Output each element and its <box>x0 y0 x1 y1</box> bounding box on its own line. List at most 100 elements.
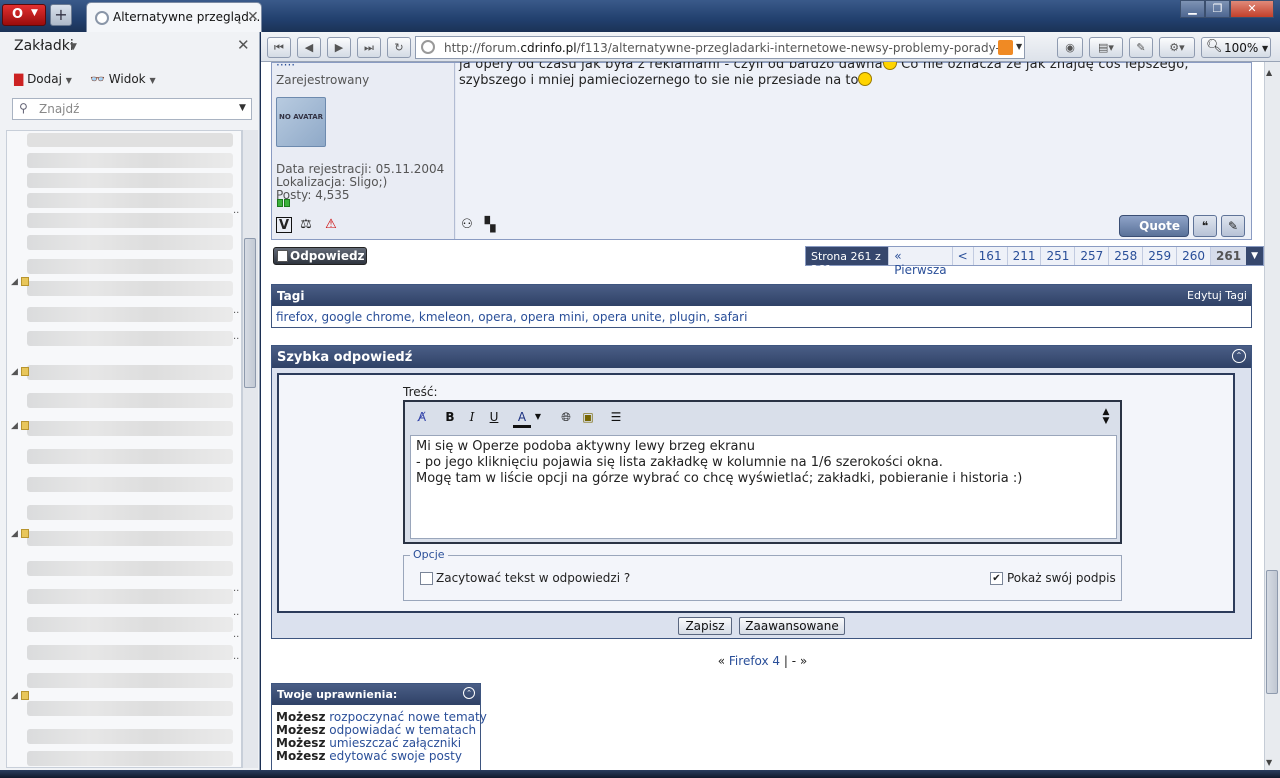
list-item[interactable] <box>27 729 233 744</box>
image-toggle-button[interactable]: ▤▾ <box>1089 37 1123 58</box>
chevron-down-icon[interactable]: ▼ <box>533 408 543 426</box>
save-button[interactable]: Zapisz <box>678 617 732 635</box>
maximize-button[interactable]: ❐ <box>1205 0 1230 18</box>
list-item[interactable] <box>27 531 233 546</box>
add-bookmark-button[interactable]: ▇ Dodaj ▼ <box>14 72 72 86</box>
folder-icon[interactable]: ◢ <box>11 691 29 701</box>
chevron-down-icon[interactable]: ▼ <box>1016 42 1022 51</box>
tags-list[interactable]: firefox, google chrome, kmeleon, opera, … <box>276 310 747 324</box>
page-scroll-thumb[interactable] <box>1266 570 1278 694</box>
next-thread-link[interactable]: - <box>792 654 796 668</box>
quote-checkbox[interactable] <box>420 572 433 585</box>
list-item[interactable] <box>27 589 233 604</box>
quote-icon[interactable]: ☰ <box>607 408 625 426</box>
list-item[interactable] <box>27 153 233 168</box>
message-textarea[interactable]: Mi się w Operze podoba aktywny lewy brze… <box>410 435 1117 539</box>
page-link[interactable]: 260 <box>1176 247 1210 265</box>
insert-link-icon[interactable]: 🌐︎ <box>557 408 575 426</box>
list-item[interactable] <box>27 133 233 147</box>
find-input[interactable]: ⚲ Znajdź ▼ <box>12 98 252 120</box>
font-color-icon[interactable]: A <box>513 408 531 428</box>
insert-image-icon[interactable]: ▣ <box>579 408 597 426</box>
minimize-button[interactable]: ▁ <box>1180 0 1205 18</box>
page-link[interactable]: 259 <box>1142 247 1176 265</box>
scroll-down-icon[interactable]: ▼ <box>1266 758 1272 767</box>
list-item[interactable] <box>27 449 233 464</box>
page-link[interactable]: « Pierwsza <box>888 247 951 277</box>
edit-site-prefs-button[interactable]: ✎ <box>1129 37 1153 58</box>
remove-format-icon[interactable]: A̸ <box>413 408 431 426</box>
chevron-down-icon[interactable]: ▼ <box>1246 247 1263 265</box>
new-tab-button[interactable]: + <box>50 4 72 26</box>
list-item[interactable] <box>27 505 233 520</box>
page-link[interactable]: 161 <box>972 247 1007 265</box>
quote-button[interactable]: Quote <box>1119 215 1189 237</box>
list-item[interactable] <box>27 617 233 632</box>
italic-icon[interactable]: I <box>463 408 481 426</box>
advanced-button[interactable]: Zaawansowane <box>739 617 845 635</box>
list-item[interactable] <box>27 213 233 228</box>
folder-icon[interactable]: ◢ <box>11 529 29 539</box>
list-item[interactable] <box>27 751 233 766</box>
folder-icon[interactable]: ◢ <box>11 277 29 287</box>
panel-title[interactable]: Zakładki <box>14 38 74 54</box>
reply-button[interactable]: Odpowiedz <box>273 247 367 265</box>
settings-button[interactable]: ⚙▾ <box>1159 37 1195 58</box>
bold-icon[interactable]: B <box>441 408 459 426</box>
resize-icon[interactable]: ▲ ▼ <box>1097 408 1115 426</box>
close-panel-icon[interactable]: ✕ <box>237 36 250 54</box>
back-button[interactable]: ◀ <box>297 37 321 58</box>
report-warning-icon[interactable]: ⚠ <box>323 217 339 233</box>
bookmark-scroll-thumb[interactable] <box>244 238 256 388</box>
opera-link-button[interactable]: ◉ <box>1057 37 1083 58</box>
list-item[interactable] <box>27 365 233 380</box>
edit-tags-link[interactable]: Edytuj Tagi <box>1187 289 1247 302</box>
tab-active[interactable]: Alternatywne przegląd... ✕ <box>86 2 262 32</box>
verified-icon[interactable]: V <box>276 217 292 233</box>
list-item[interactable] <box>27 173 233 188</box>
chevron-down-icon[interactable]: ▼ <box>239 103 246 113</box>
next-thread-arrow[interactable]: » <box>800 654 807 668</box>
list-item[interactable] <box>27 421 233 436</box>
reload-button[interactable]: ↻ <box>387 37 411 58</box>
edit-post-button[interactable]: ✎ <box>1221 215 1245 237</box>
list-item[interactable] <box>27 259 233 274</box>
close-tab-icon[interactable]: ✕ <box>247 9 259 25</box>
forward-button[interactable]: ▶ <box>327 37 351 58</box>
rss-icon[interactable] <box>998 40 1013 55</box>
prev-thread-arrow[interactable]: « <box>718 654 725 668</box>
collapse-icon[interactable]: ⌃ <box>463 687 475 699</box>
list-item[interactable] <box>27 235 233 250</box>
list-item[interactable] <box>27 701 233 716</box>
list-item[interactable] <box>27 477 233 492</box>
multi-quote-button[interactable]: ❝ <box>1193 215 1217 237</box>
url-input[interactable]: http://forum.cdrinfo.pl/f113/alternatywn… <box>415 36 1025 59</box>
reputation-scale-icon[interactable]: ⚖ <box>298 217 314 233</box>
page-link[interactable]: 257 <box>1074 247 1108 265</box>
collapse-icon[interactable]: ⌃ <box>1232 349 1246 363</box>
list-item[interactable] <box>27 645 233 660</box>
zoom-select[interactable]: 🔍︎ 100% ▼ <box>1201 37 1271 58</box>
view-menu-button[interactable]: 👓 Widok ▼ <box>90 72 156 86</box>
list-item[interactable] <box>27 673 233 688</box>
folder-icon[interactable]: ◢ <box>11 367 29 377</box>
folder-icon[interactable]: ◢ <box>11 421 29 431</box>
underline-icon[interactable]: U <box>485 408 503 426</box>
fast-forward-button[interactable]: ⏭ <box>357 37 381 58</box>
prev-thread-link[interactable]: Firefox 4 <box>729 654 780 668</box>
list-item[interactable] <box>27 193 233 208</box>
page-link[interactable]: < <box>951 247 973 265</box>
multiquote-icon[interactable]: ▚ <box>482 217 498 233</box>
signature-checkbox[interactable]: ✔ <box>990 572 1003 585</box>
username[interactable]: ····· <box>276 62 295 72</box>
list-item[interactable] <box>27 281 233 296</box>
page-link[interactable]: 211 <box>1006 247 1041 265</box>
chevron-down-icon[interactable]: ▼ <box>70 42 77 52</box>
rewind-button[interactable]: ⏮ <box>267 37 291 58</box>
opera-menu-button[interactable]: O ▼ <box>2 4 46 26</box>
list-item[interactable] <box>27 331 233 346</box>
page-link[interactable]: 258 <box>1108 247 1142 265</box>
list-item[interactable] <box>27 393 233 408</box>
list-item[interactable] <box>27 307 233 322</box>
list-item[interactable] <box>27 561 233 576</box>
